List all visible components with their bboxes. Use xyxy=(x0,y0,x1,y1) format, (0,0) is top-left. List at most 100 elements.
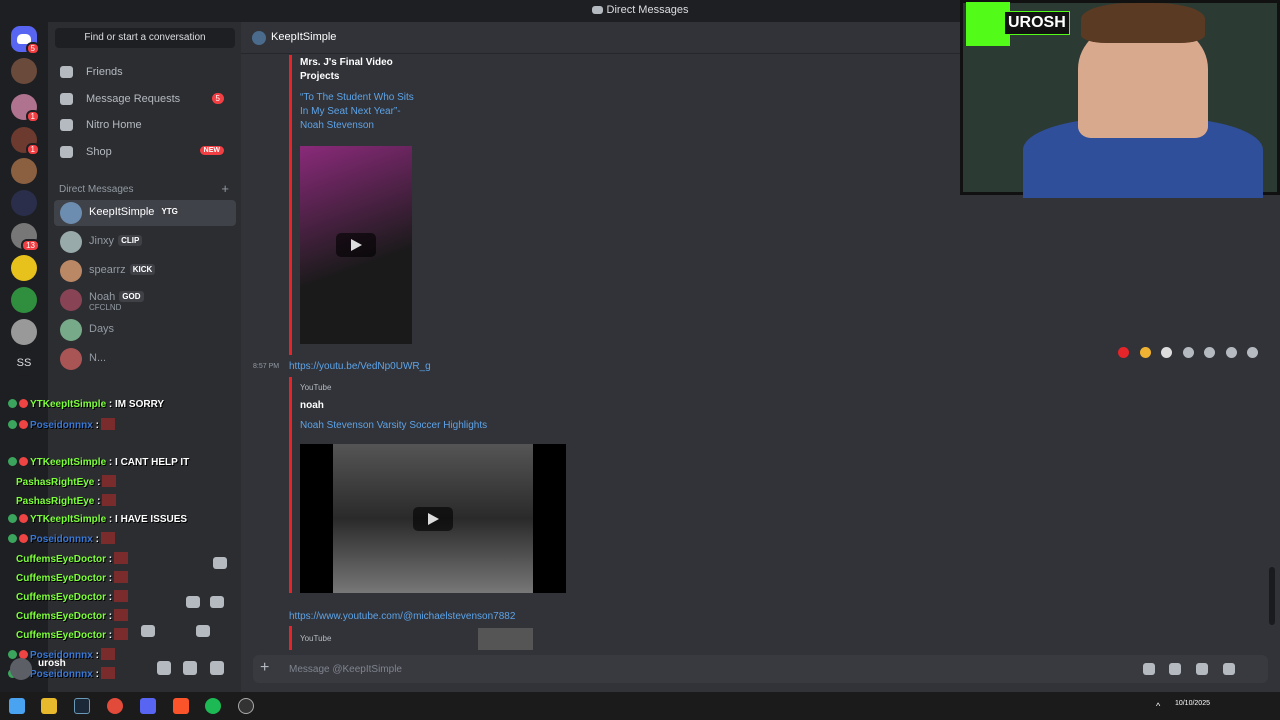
embed-title[interactable]: Noah Stevenson Varsity Soccer Highlights xyxy=(300,419,487,433)
server-icon[interactable] xyxy=(11,190,37,216)
emote-icon xyxy=(100,532,115,544)
shop-icon xyxy=(60,146,73,158)
user-panel: urosh xyxy=(6,656,236,682)
chat-line: CuffemsEyeDoctor : xyxy=(16,628,129,641)
embed-accent xyxy=(289,626,292,650)
windows-start-icon[interactable] xyxy=(9,698,25,714)
chat-line: YTKeepItSimple : IM SORRY xyxy=(8,399,164,410)
chat-line: YTKeepItSimple : I CANT HELP IT xyxy=(8,457,189,468)
headphones-icon[interactable] xyxy=(183,661,197,675)
dm-item[interactable]: N... xyxy=(54,346,236,372)
discord-taskbar-icon[interactable] xyxy=(140,698,156,714)
emote-icon xyxy=(102,494,117,506)
mail-icon xyxy=(60,93,73,105)
emote-icon xyxy=(114,590,129,602)
file-explorer-icon[interactable] xyxy=(41,698,57,714)
create-dm-button[interactable]: + xyxy=(221,181,229,196)
spotify-icon[interactable] xyxy=(205,698,221,714)
clock[interactable]: 10/10/2025 xyxy=(1175,699,1210,708)
steam-icon[interactable] xyxy=(74,698,90,714)
avatar xyxy=(60,319,82,341)
gif-icon[interactable] xyxy=(1169,663,1181,675)
nav-message-requests[interactable]: Message Requests 5 xyxy=(54,87,236,111)
chat-line: PashasRightEye : xyxy=(16,494,117,507)
dm-section-header: Direct Messages xyxy=(59,184,134,195)
more-icon[interactable] xyxy=(1247,347,1258,358)
chat-line: YTKeepItSimple : I HAVE ISSUES xyxy=(8,514,187,525)
chat-line: CuffemsEyeDoctor : xyxy=(16,609,129,622)
server-icon[interactable] xyxy=(11,287,37,313)
nav-nitro-home[interactable]: Nitro Home xyxy=(54,113,236,137)
dm-item[interactable]: Jinxy CLIP xyxy=(54,229,236,255)
server-icon[interactable]: 1 xyxy=(11,127,40,156)
gear-icon[interactable] xyxy=(210,661,224,675)
add-attachment-icon[interactable]: + xyxy=(260,659,269,677)
nav-shop[interactable]: Shop NEW xyxy=(54,140,236,164)
stream-chat-overlay: YTKeepItSimple : IM SORRY Poseidonnnx : … xyxy=(6,378,236,683)
avatar xyxy=(60,289,82,311)
dm-item[interactable]: KeepItSimple YTG xyxy=(54,200,236,226)
brave-icon[interactable] xyxy=(173,698,189,714)
video-thumbnail[interactable] xyxy=(300,146,412,344)
emote-icon xyxy=(114,609,129,621)
reply-icon[interactable] xyxy=(1204,347,1216,358)
server-icon[interactable] xyxy=(11,255,37,281)
chrome-icon[interactable] xyxy=(107,698,123,714)
embed-title[interactable]: “To The Student Who Sits In My Seat Next… xyxy=(300,91,420,133)
taskbar: ^ 10/10/2025 xyxy=(0,692,1280,720)
avatar xyxy=(60,348,82,370)
add-reaction-icon[interactable] xyxy=(1182,347,1194,358)
timestamp: 8:57 PM xyxy=(253,363,280,370)
message-composer: + xyxy=(253,655,1268,683)
chat-line: CuffemsEyeDoctor : xyxy=(16,552,129,565)
search-button[interactable]: Find or start a conversation xyxy=(55,28,235,48)
emote-icon xyxy=(102,475,117,487)
dm-item[interactable]: Noah GOD CFCLND xyxy=(54,287,236,313)
avatar xyxy=(60,260,82,282)
heart-reaction-icon[interactable] xyxy=(1118,347,1130,358)
skull-reaction-icon[interactable] xyxy=(1161,347,1173,358)
server-icon[interactable]: 1 xyxy=(11,94,40,123)
emote-icon xyxy=(114,571,129,583)
avatar[interactable] xyxy=(10,658,32,680)
server-ss[interactable]: SS xyxy=(11,350,37,376)
video-thumbnail[interactable] xyxy=(300,444,566,593)
avatar xyxy=(252,31,266,45)
server-icon[interactable] xyxy=(11,319,37,345)
gift-icon[interactable] xyxy=(1143,663,1155,675)
server-icon[interactable] xyxy=(11,158,37,184)
embed-provider: YouTube xyxy=(300,383,332,392)
laugh-reaction-icon[interactable] xyxy=(1139,347,1151,358)
embed-thumbnail xyxy=(478,628,533,650)
play-icon[interactable] xyxy=(413,506,453,531)
avatar xyxy=(60,231,82,253)
home-button[interactable]: 5 xyxy=(11,26,40,55)
emoji-icon[interactable] xyxy=(1223,663,1235,675)
nitro-icon xyxy=(60,119,73,131)
obs-icon[interactable] xyxy=(238,698,254,714)
embed-accent xyxy=(289,55,292,355)
system-tray[interactable]: ^ xyxy=(1156,701,1160,711)
forward-icon[interactable] xyxy=(1225,347,1237,358)
emote-icon xyxy=(114,552,129,564)
embed-author: noah xyxy=(300,400,324,411)
scrollbar[interactable] xyxy=(1269,567,1275,625)
microphone-icon[interactable] xyxy=(157,661,171,675)
sticker-icon[interactable] xyxy=(1196,663,1208,675)
server-icon[interactable] xyxy=(11,58,37,84)
embed-author: Mrs. J's Final Video Projects xyxy=(300,57,393,82)
play-icon[interactable] xyxy=(336,233,376,257)
dm-item[interactable]: Days xyxy=(54,317,236,343)
friends-icon xyxy=(60,66,73,78)
emote-icon xyxy=(100,418,115,430)
server-icon[interactable]: 13 xyxy=(11,223,40,252)
message-link[interactable]: https://youtu.be/VedNp0UWR_g xyxy=(289,361,431,372)
chat-line: Poseidonnnx : xyxy=(8,532,115,545)
chat-line: CuffemsEyeDoctor : xyxy=(16,571,129,584)
message-link[interactable]: https://www.youtube.com/@michaelstevenso… xyxy=(289,611,515,622)
nav-friends[interactable]: Friends xyxy=(54,60,236,84)
dm-item[interactable]: spearrz KICK xyxy=(54,258,236,284)
embed-accent xyxy=(289,377,292,593)
chat-line: PashasRightEye : xyxy=(16,475,117,488)
message-input[interactable] xyxy=(289,661,989,677)
